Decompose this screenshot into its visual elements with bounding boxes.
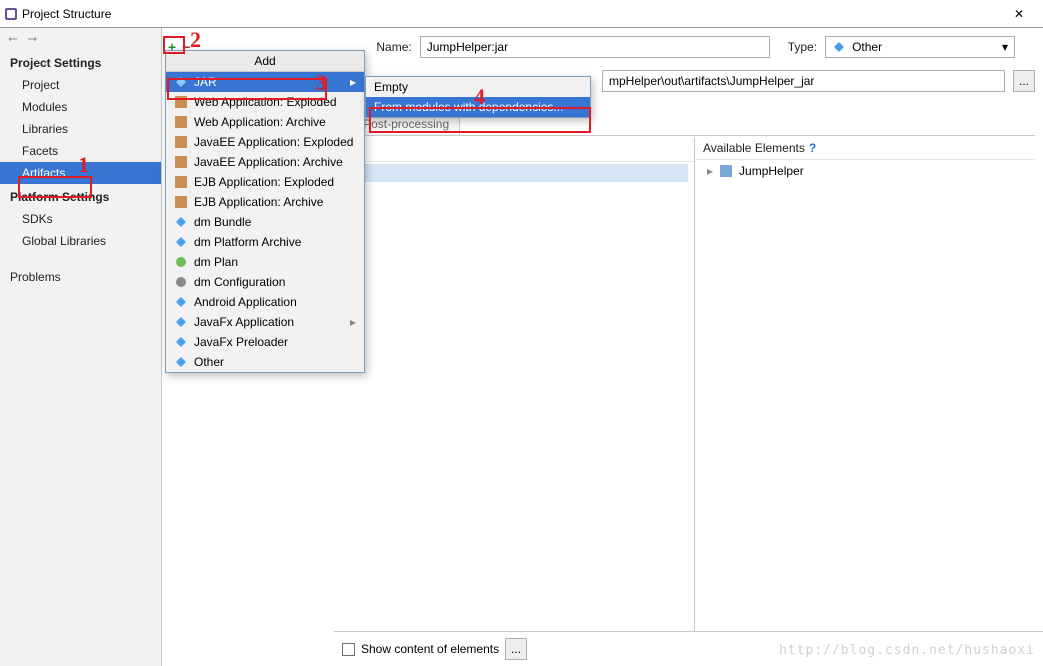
popup-item-other[interactable]: Other bbox=[166, 352, 364, 372]
diamond-icon bbox=[174, 335, 188, 349]
forward-icon[interactable]: ⭢ bbox=[28, 31, 38, 46]
jar-submenu: Empty From modules with dependencies... bbox=[365, 76, 591, 118]
available-elements-pane: Available Elements ? ▸ JumpHelper bbox=[695, 137, 1035, 631]
popup-item-label: JavaFx Preloader bbox=[194, 335, 288, 349]
archive-icon bbox=[174, 195, 188, 209]
popup-item-jar[interactable]: JAR ▸ bbox=[166, 72, 364, 92]
help-icon[interactable]: ? bbox=[809, 141, 816, 155]
main: + − Name: Type: Other ▾ ... tput Layout … bbox=[162, 28, 1043, 666]
popup-item-label: Android Application bbox=[194, 295, 297, 309]
diamond-icon bbox=[174, 235, 188, 249]
sidebar-item-project[interactable]: Project bbox=[0, 74, 161, 96]
sidebar-item-global-libraries[interactable]: Global Libraries bbox=[0, 230, 161, 252]
circle-icon bbox=[174, 255, 188, 269]
popup-item-javaee-exploded[interactable]: JavaEE Application: Exploded bbox=[166, 132, 364, 152]
module-icon bbox=[719, 164, 733, 178]
archive-icon bbox=[174, 135, 188, 149]
type-select[interactable]: Other ▾ bbox=[825, 36, 1015, 58]
watermark: http://blog.csdn.net/hushaoxi bbox=[779, 643, 1035, 658]
archive-icon bbox=[174, 155, 188, 169]
type-value: Other bbox=[852, 40, 882, 54]
popup-item-android[interactable]: Android Application bbox=[166, 292, 364, 312]
available-elements-title: Available Elements bbox=[703, 141, 805, 155]
diamond-icon bbox=[174, 355, 188, 369]
popup-item-ejb-archive[interactable]: EJB Application: Archive bbox=[166, 192, 364, 212]
submenu-item-label: Empty bbox=[374, 80, 408, 94]
popup-item-dm-platform[interactable]: dm Platform Archive bbox=[166, 232, 364, 252]
section-project-settings: Project Settings bbox=[0, 50, 161, 74]
available-element-row[interactable]: ▸ JumpHelper bbox=[701, 162, 1029, 180]
close-button[interactable]: ✕ bbox=[999, 1, 1039, 27]
back-icon[interactable]: ⭠ bbox=[8, 31, 18, 46]
sidebar-item-modules[interactable]: Modules bbox=[0, 96, 161, 118]
available-element-label: JumpHelper bbox=[739, 164, 804, 178]
name-label: Name: bbox=[376, 40, 411, 54]
sidebar-item-problems[interactable]: Problems bbox=[0, 266, 161, 288]
popup-item-javafx-preloader[interactable]: JavaFx Preloader bbox=[166, 332, 364, 352]
submenu-item-from-modules[interactable]: From modules with dependencies... bbox=[366, 97, 590, 117]
archive-icon bbox=[174, 95, 188, 109]
popup-item-label: dm Configuration bbox=[194, 275, 285, 289]
nav-arrows: ⭠ ⭢ bbox=[0, 30, 161, 50]
sidebar: ⭠ ⭢ Project Settings Project Modules Lib… bbox=[0, 28, 162, 666]
titlebar: Project Structure ✕ bbox=[0, 0, 1043, 28]
window-title: Project Structure bbox=[18, 7, 999, 21]
popup-item-label: JAR bbox=[194, 75, 217, 89]
popup-item-ejb-exploded[interactable]: EJB Application: Exploded bbox=[166, 172, 364, 192]
popup-item-label: EJB Application: Archive bbox=[194, 195, 323, 209]
output-path-input[interactable] bbox=[602, 70, 1005, 92]
app-icon bbox=[4, 7, 18, 21]
diamond-icon bbox=[174, 295, 188, 309]
popup-item-dm-bundle[interactable]: dm Bundle bbox=[166, 212, 364, 232]
popup-item-label: dm Platform Archive bbox=[194, 235, 301, 249]
archive-icon bbox=[174, 175, 188, 189]
popup-item-label: dm Plan bbox=[194, 255, 238, 269]
popup-item-dm-config[interactable]: dm Configuration bbox=[166, 272, 364, 292]
show-content-checkbox[interactable] bbox=[342, 643, 355, 656]
gear-icon bbox=[174, 275, 188, 289]
archive-icon bbox=[174, 115, 188, 129]
sidebar-item-facets[interactable]: Facets bbox=[0, 140, 161, 162]
popup-item-label: JavaEE Application: Exploded bbox=[194, 135, 353, 149]
sidebar-item-sdks[interactable]: SDKs bbox=[0, 208, 161, 230]
popup-item-label: Web Application: Exploded bbox=[194, 95, 337, 109]
popup-item-dm-plan[interactable]: dm Plan bbox=[166, 252, 364, 272]
name-input[interactable] bbox=[420, 36, 770, 58]
submenu-item-label: From modules with dependencies... bbox=[374, 100, 563, 114]
popup-item-label: Other bbox=[194, 355, 224, 369]
browse-button[interactable]: ... bbox=[1013, 70, 1035, 92]
popup-item-label: dm Bundle bbox=[194, 215, 251, 229]
type-label: Type: bbox=[788, 40, 817, 54]
submenu-item-empty[interactable]: Empty bbox=[366, 77, 590, 97]
submenu-arrow-icon: ▸ bbox=[350, 315, 356, 329]
popup-item-label: Web Application: Archive bbox=[194, 115, 326, 129]
sidebar-item-artifacts[interactable]: Artifacts bbox=[0, 162, 161, 184]
popup-item-javafx-app[interactable]: JavaFx Application ▸ bbox=[166, 312, 364, 332]
diamond-icon bbox=[832, 40, 846, 54]
popup-item-javaee-archive[interactable]: JavaEE Application: Archive bbox=[166, 152, 364, 172]
add-popup: Add JAR ▸ Web Application: Exploded Web … bbox=[165, 50, 365, 373]
chevron-down-icon: ▾ bbox=[1002, 40, 1008, 54]
add-popup-title: Add bbox=[166, 51, 364, 72]
diamond-icon bbox=[174, 75, 188, 89]
popup-item-web-archive[interactable]: Web Application: Archive bbox=[166, 112, 364, 132]
diamond-icon bbox=[174, 315, 188, 329]
popup-item-label: EJB Application: Exploded bbox=[194, 175, 334, 189]
section-platform-settings: Platform Settings bbox=[0, 184, 161, 208]
popup-item-label: JavaFx Application bbox=[194, 315, 294, 329]
sidebar-item-libraries[interactable]: Libraries bbox=[0, 118, 161, 140]
diamond-icon bbox=[174, 215, 188, 229]
expand-icon[interactable]: ▸ bbox=[707, 164, 713, 178]
popup-item-label: JavaEE Application: Archive bbox=[194, 155, 343, 169]
footer-browse-button[interactable]: ... bbox=[505, 638, 527, 660]
submenu-arrow-icon: ▸ bbox=[350, 75, 356, 89]
show-content-label: Show content of elements bbox=[361, 642, 499, 656]
popup-item-web-exploded[interactable]: Web Application: Exploded bbox=[166, 92, 364, 112]
